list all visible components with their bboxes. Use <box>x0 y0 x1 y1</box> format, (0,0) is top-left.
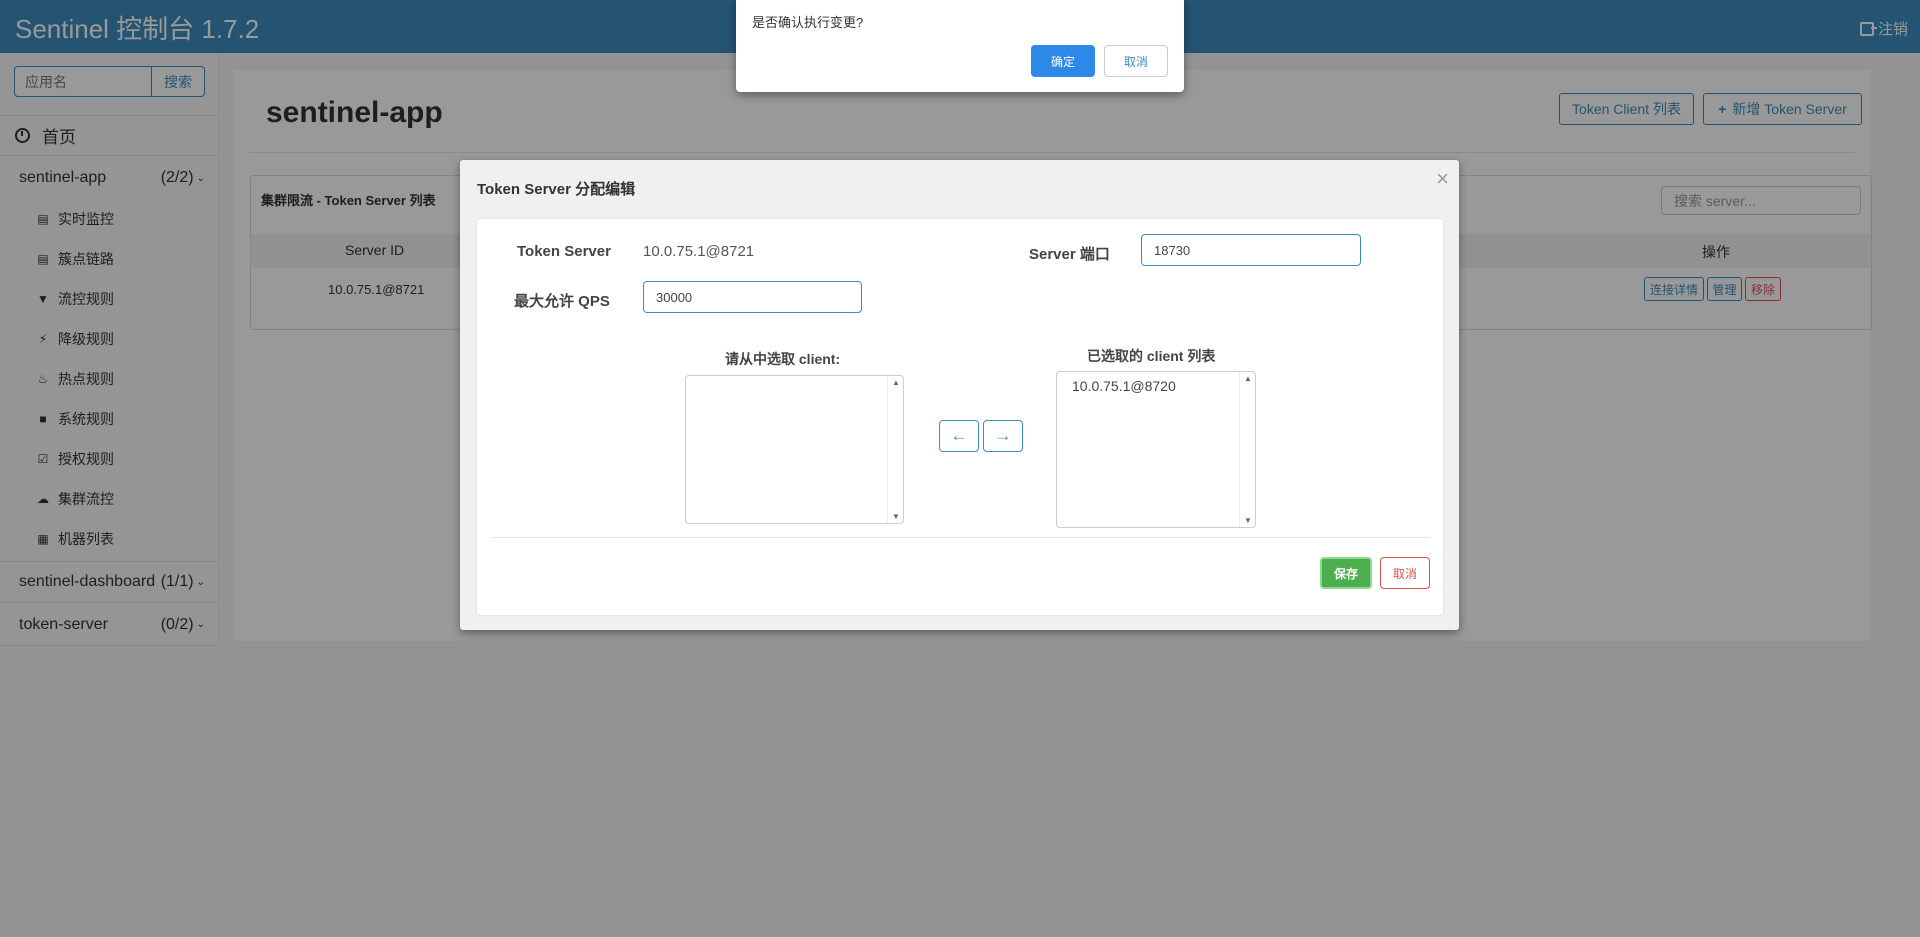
available-clients-label: 请从中选取 client: <box>725 351 841 367</box>
divider <box>491 537 1430 538</box>
token-server-edit-modal: Token Server 分配编辑 × Token Server 10.0.75… <box>460 160 1459 630</box>
close-icon[interactable]: × <box>1436 166 1449 192</box>
scroll-down-icon[interactable]: ▼ <box>1244 516 1252 525</box>
server-port-label: Server 端口 <box>1029 246 1110 263</box>
server-port-input[interactable]: 18730 <box>1141 234 1361 266</box>
confirm-message: 是否确认执行变更? <box>752 15 864 30</box>
modal-title: Token Server 分配编辑 <box>477 181 636 198</box>
list-item[interactable]: 10.0.75.1@8720 <box>1072 378 1176 394</box>
save-button[interactable]: 保存 <box>1320 557 1372 589</box>
available-clients-list[interactable]: ▲ ▼ <box>685 375 904 524</box>
token-server-label: Token Server <box>517 243 611 260</box>
selected-clients-label: 已选取的 client 列表 <box>1087 348 1216 364</box>
move-left-button[interactable]: ← <box>939 420 979 452</box>
token-server-value: 10.0.75.1@8721 <box>643 243 755 260</box>
selected-clients-list[interactable]: 10.0.75.1@8720 ▲ ▼ <box>1056 371 1256 528</box>
max-qps-label: 最大允许 QPS <box>514 293 610 310</box>
confirm-ok-button[interactable]: 确定 <box>1031 45 1095 77</box>
scroll-up-icon[interactable]: ▲ <box>1244 374 1252 383</box>
move-right-button[interactable]: → <box>983 420 1023 452</box>
modal-body: Token Server 10.0.75.1@8721 Server 端口 18… <box>476 218 1444 616</box>
cancel-button[interactable]: 取消 <box>1380 557 1430 589</box>
max-qps-input[interactable]: 30000 <box>643 281 862 313</box>
confirm-cancel-button[interactable]: 取消 <box>1104 45 1168 77</box>
scrollbar[interactable]: ▲ ▼ <box>1239 372 1255 527</box>
confirm-dialog: 是否确认执行变更? 确定 取消 <box>736 0 1184 92</box>
scroll-up-icon[interactable]: ▲ <box>892 378 900 387</box>
scrollbar[interactable]: ▲ ▼ <box>887 376 903 523</box>
scroll-down-icon[interactable]: ▼ <box>892 512 900 521</box>
